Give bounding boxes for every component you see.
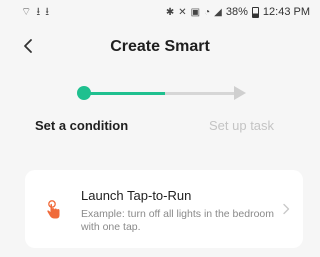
current-step-dot	[77, 86, 91, 100]
wifi-signal-icon: ⌔	[21, 6, 32, 18]
step-line-completed	[90, 92, 165, 95]
tap-finger-icon	[47, 200, 60, 219]
wifi-icon: ◔	[204, 6, 211, 18]
status-left-icons: ⌔ ⭳ ⭳	[21, 7, 49, 18]
download-icon: ⭳	[45, 6, 50, 18]
option-title: Launch Tap-to-Run	[81, 188, 192, 203]
mute-icon: ✕	[178, 6, 187, 18]
download-icon: ⭳	[36, 6, 41, 18]
cell-signal-icon: ◢	[214, 6, 222, 18]
battery-icon	[251, 6, 259, 18]
nfc-icon: ▣	[190, 6, 201, 18]
bluetooth-icon: ✱	[165, 6, 175, 18]
step-arrow-icon	[234, 86, 246, 100]
status-right-icons: ✱ ✕ ▣ ◔ ◢ 38% 12:43 PM	[166, 6, 310, 18]
status-time: 12:43 PM	[262, 6, 310, 18]
header: Create Smart	[0, 30, 320, 64]
step-label-set-condition: Set a condition	[35, 118, 129, 133]
chevron-right-icon	[283, 203, 290, 215]
status-bar: ⌔ ⭳ ⭳ ✱ ✕ ▣ ◔ ◢ 38% 12:43 PM	[0, 0, 320, 24]
page-title: Create Smart	[110, 38, 210, 55]
option-description: Example: turn off all lights in the bedr…	[81, 208, 274, 233]
step-line-pending	[165, 92, 237, 95]
launch-tap-to-run-option[interactable]: Launch Tap-to-Run Example: turn off all …	[25, 170, 303, 248]
progress-stepper	[0, 82, 320, 106]
step-label-set-up-task: Set up task	[209, 118, 275, 133]
battery-percent: 38%	[225, 6, 248, 18]
